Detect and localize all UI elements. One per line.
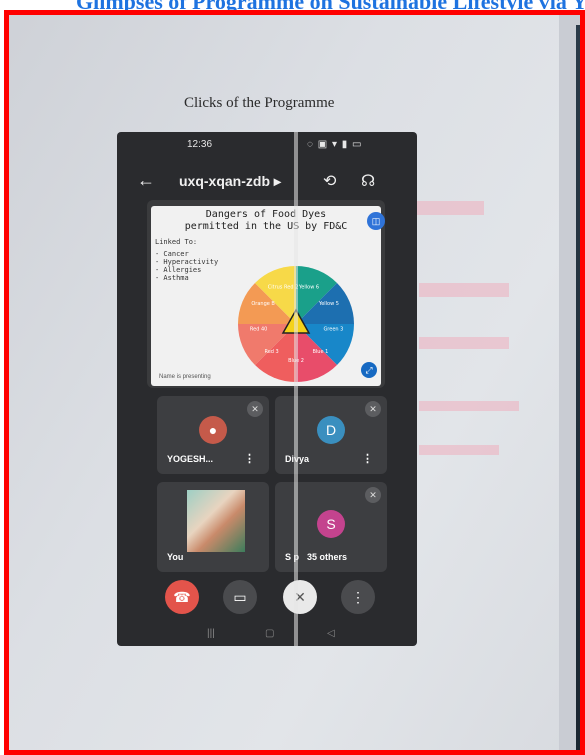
slide-list-item: - Asthma [155, 274, 189, 282]
mic-off-icon: ✕ [247, 401, 263, 417]
self-video [187, 490, 245, 552]
wheel-label: Yellow 5 [318, 301, 339, 307]
recents-icon[interactable]: ||| [207, 628, 215, 639]
phone-screenshot: 12:36 ◌ ▣ ▾ ▮ ▭ ← uxq-xqan-zdb ▸ ⟲ ☊ ◫ D… [117, 132, 417, 646]
participant-name: You [167, 552, 184, 562]
wheel-label: Yellow 6 [298, 284, 319, 290]
slide-title: Dangers of Food Dyes permitted in the US… [157, 209, 375, 233]
slide-title-line1: Dangers of Food Dyes [205, 209, 327, 220]
more-options-icon[interactable]: ⋮ [244, 452, 255, 465]
slide-list: - Cancer - Hyperactivity - Allergies - A… [155, 250, 218, 282]
slide-list-item: - Cancer [155, 250, 189, 258]
status-bar: 12:36 ◌ ▣ ▾ ▮ ▭ [117, 132, 417, 156]
camera-button[interactable]: ▭ [223, 580, 257, 614]
participant-tile[interactable]: You [157, 482, 269, 572]
call-controls: ☎ ▭ ✕ ⋮ [117, 580, 417, 620]
avatar: S [317, 510, 345, 538]
mic-off-icon: ✕ [365, 487, 381, 503]
presenting-caption: Name is presenting [159, 374, 211, 380]
more-options-icon[interactable]: ⋮ [362, 452, 373, 465]
end-call-button[interactable]: ☎ [165, 580, 199, 614]
meeting-code[interactable]: uxq-xqan-zdb ▸ [179, 173, 281, 190]
wheel-label: Red 3 [264, 349, 278, 355]
paper-fold [294, 132, 298, 646]
wheel-label: Green 3 [323, 327, 343, 333]
more-button[interactable]: ⋮ [341, 580, 375, 614]
slide-linked-heading: Linked To: [155, 238, 198, 246]
participant-tile[interactable]: ✕ D Divya ⋮ [275, 396, 387, 474]
mic-off-icon: ✕ [365, 401, 381, 417]
home-icon[interactable]: ▢ [265, 628, 274, 639]
others-count[interactable]: 35 others [307, 552, 347, 562]
switch-camera-icon[interactable]: ⟲ [323, 171, 336, 191]
status-time: 12:36 [187, 139, 213, 150]
mic-off-button[interactable]: ✕ [283, 580, 317, 614]
avatar: ● [199, 416, 227, 444]
presented-slide: Dangers of Food Dyes permitted in the US… [151, 206, 381, 386]
back-icon[interactable]: ◁ [327, 628, 335, 639]
wheel-label: Orange B [251, 301, 275, 307]
participant-tile[interactable]: ✕ S S p 35 others [275, 482, 387, 572]
status-icons: ◌ ▣ ▾ ▮ ▭ [307, 139, 363, 150]
participant-tile[interactable]: ✕ ● YOGESH... ⋮ [157, 396, 269, 474]
fullscreen-icon[interactable]: ⤢ [361, 362, 377, 378]
android-nav-bar: ||| ▢ ◁ [117, 624, 417, 646]
avatar: D [317, 416, 345, 444]
slide-list-item: - Allergies [155, 266, 202, 274]
slide-title-line2: permitted in the US by FD&C [184, 221, 348, 232]
presentation-icon[interactable]: ◫ [367, 212, 385, 230]
wheel-label: Blue 1 [312, 349, 328, 355]
photo-frame: Clicks of the Programme 12:36 ◌ ▣ ▾ ▮ ▭ … [4, 10, 585, 755]
back-arrow-icon[interactable]: ← [137, 170, 155, 191]
device-edge [576, 25, 580, 750]
wheel-label: Red 40 [250, 327, 267, 333]
slide-list-item: - Hyperactivity [155, 258, 219, 266]
page-caption: Clicks of the Programme [184, 95, 335, 111]
participant-name: YOGESH... [167, 454, 214, 464]
call-header: ← uxq-xqan-zdb ▸ ⟲ ☊ [117, 168, 417, 196]
audio-output-icon[interactable]: ☊ [361, 171, 375, 191]
